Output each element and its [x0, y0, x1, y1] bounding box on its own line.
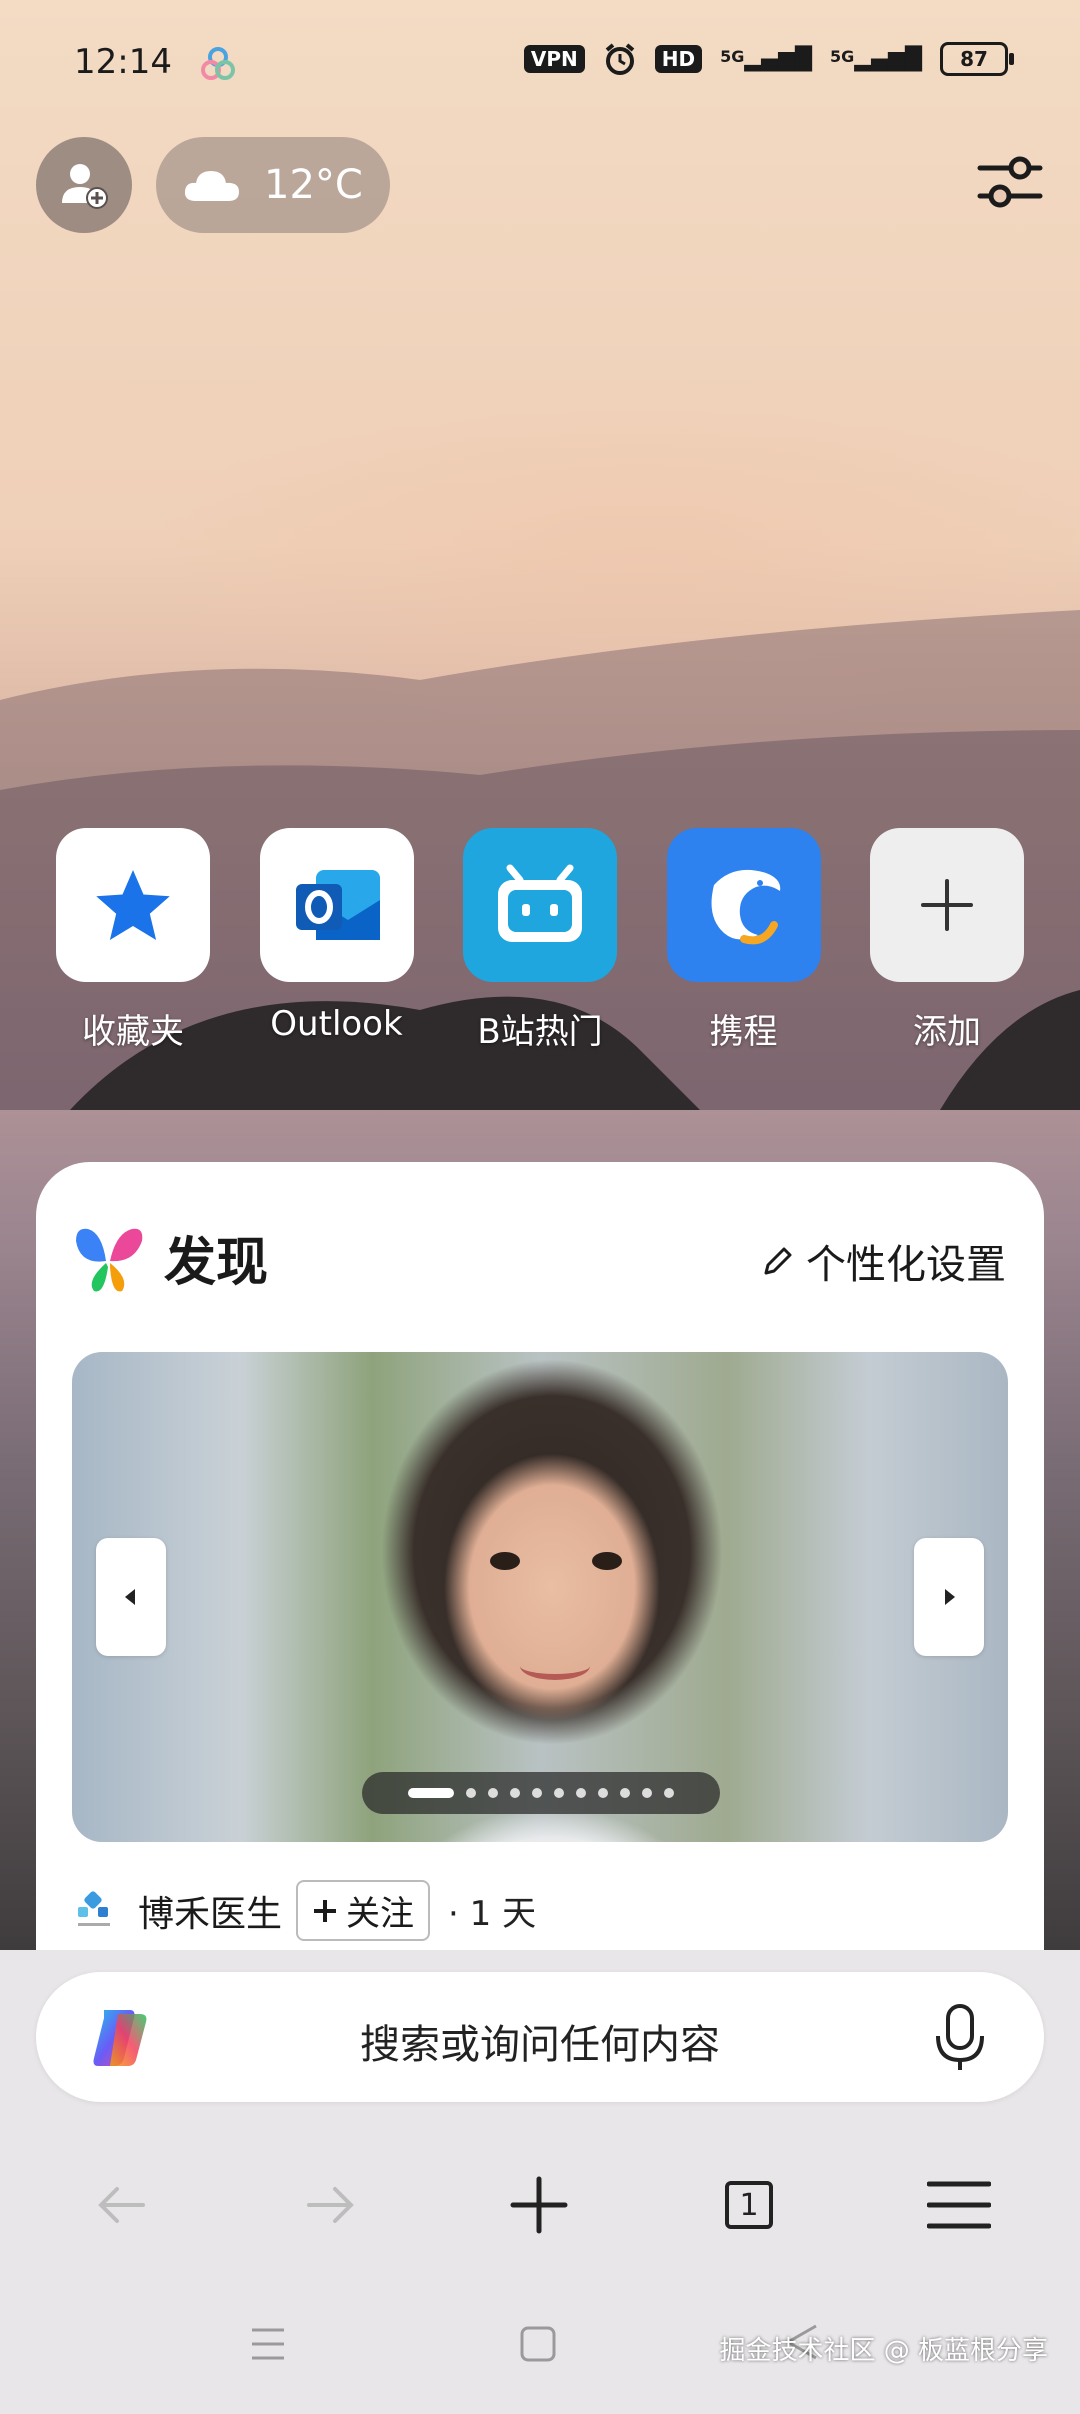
plus-icon	[314, 1899, 337, 1922]
shortcut-tile[interactable]	[463, 828, 617, 982]
discover-header: 发现	[72, 1220, 268, 1295]
carousel-dot[interactable]	[576, 1788, 586, 1798]
follow-button[interactable]: 关注	[296, 1880, 431, 1941]
carousel-dot[interactable]	[408, 1788, 454, 1798]
arrow-left-icon	[98, 2187, 145, 2223]
tab-count: 1	[739, 2187, 759, 2223]
shortcut-favorites[interactable]: 收藏夹	[55, 828, 211, 1053]
news-carousel[interactable]	[72, 1352, 1008, 1842]
profile-button[interactable]	[36, 137, 132, 233]
carousel-dot[interactable]	[598, 1788, 608, 1798]
carousel-next-button[interactable]	[914, 1538, 984, 1656]
follow-label: 关注	[346, 1894, 415, 1934]
carousel-dot[interactable]	[488, 1788, 498, 1798]
source-name[interactable]: 博禾医生	[138, 1885, 282, 1937]
carousel-dot[interactable]	[532, 1788, 542, 1798]
shortcut-grid: 收藏夹 Outlook B站热门 携程 添加	[55, 828, 1025, 1053]
shortcut-bilibili[interactable]: B站热门	[462, 828, 618, 1053]
watermark-text: 掘金技术社区 @ 板蓝根分享	[719, 2336, 1048, 2366]
new-tab-button[interactable]	[504, 2170, 574, 2240]
carousel-dot[interactable]	[664, 1788, 674, 1798]
battery-level: 87	[960, 47, 988, 71]
sliders-icon[interactable]	[976, 152, 1044, 212]
carousel-image-detail	[592, 1552, 622, 1570]
outlook-icon	[295, 870, 380, 940]
carousel-dot[interactable]	[642, 1788, 652, 1798]
shortcut-tile[interactable]	[259, 828, 414, 982]
carousel-image-detail	[520, 1652, 590, 1680]
status-time: 12:14	[74, 42, 172, 82]
shortcut-outlook[interactable]: Outlook	[259, 828, 415, 1053]
plus-icon	[921, 879, 973, 931]
signal-5g-2-icon: 5G▂▄▆█	[830, 46, 922, 72]
triangle-left-icon	[125, 1589, 135, 1605]
forward-button[interactable]	[296, 2170, 366, 2240]
bilibili-icon	[498, 864, 582, 942]
source-logo-icon[interactable]	[72, 1889, 116, 1933]
triangle-right-icon	[945, 1589, 955, 1605]
hd-badge: HD	[654, 45, 703, 73]
menu-button[interactable]	[924, 2170, 994, 2240]
signal-5g-icon: 5G▂▄▆█	[720, 46, 813, 72]
shortcut-label: 收藏夹	[82, 1012, 184, 1052]
discover-butterfly-icon	[76, 1228, 143, 1291]
shortcut-tile[interactable]	[56, 828, 210, 982]
shortcut-tile[interactable]	[666, 828, 821, 982]
recents-menu-icon[interactable]	[248, 2324, 288, 2364]
add-user-icon	[62, 164, 108, 209]
personalize-button[interactable]: 个性化设置	[760, 1232, 1006, 1290]
status-bar: 12:14 VPN HD 5G▂▄▆█ 5G▂▄▆█ 87	[0, 36, 1080, 92]
carousel-image-detail	[490, 1552, 520, 1570]
news-source-row: 博禾医生 关注 · 1 天	[72, 1880, 536, 1941]
tabs-button[interactable]: 1	[714, 2170, 784, 2240]
search-input[interactable]: 搜索或询问任何内容	[36, 2012, 1044, 2070]
vpn-badge: VPN	[523, 45, 585, 73]
ctrip-dolphin-icon	[711, 869, 780, 945]
plus-icon	[510, 2176, 568, 2234]
battery-icon: 87	[940, 42, 1014, 76]
back-button[interactable]	[86, 2170, 156, 2240]
shortcut-label: Outlook	[270, 1004, 403, 1044]
post-age: · 1 天	[448, 1894, 537, 1934]
hamburger-menu-icon	[927, 2181, 991, 2229]
shortcut-label: B站热门	[477, 1012, 603, 1052]
discover-title: 发现	[164, 1233, 269, 1293]
microphone-icon[interactable]	[930, 2002, 990, 2074]
carousel-prev-button[interactable]	[96, 1538, 166, 1656]
search-bar[interactable]: 搜索或询问任何内容	[36, 1972, 1044, 2102]
app-notification-icon	[201, 47, 235, 80]
weather-temperature: 12°C	[264, 162, 363, 208]
arrow-right-icon	[307, 2187, 354, 2223]
carousel-dot[interactable]	[620, 1788, 630, 1798]
cloud-icon	[184, 171, 239, 201]
shortcut-label: 携程	[709, 1012, 778, 1052]
carousel-pagination[interactable]	[362, 1772, 720, 1814]
shortcut-add[interactable]: 添加	[869, 828, 1025, 1053]
shortcut-tile[interactable]	[870, 828, 1024, 982]
signal-5g-2-label: 5G	[830, 46, 855, 66]
weather-widget[interactable]: 12°C	[156, 137, 390, 233]
tab-count-icon: 1	[725, 2181, 773, 2229]
shortcut-ctrip[interactable]: 携程	[666, 828, 822, 1053]
signal-5g-label: 5G	[720, 46, 745, 66]
shortcut-label: 添加	[913, 1012, 981, 1052]
alarm-icon	[605, 43, 635, 75]
browser-toolbar: 1	[0, 2150, 1080, 2260]
personalize-label: 个性化设置	[806, 1242, 1006, 1288]
carousel-dot[interactable]	[466, 1788, 476, 1798]
pencil-icon	[764, 1247, 792, 1275]
home-square-icon[interactable]	[518, 2324, 558, 2364]
discover-card: 发现 个性化设置 博禾医生 关注 · 1 天	[36, 1162, 1044, 1962]
star-icon	[96, 870, 170, 940]
carousel-dot[interactable]	[510, 1788, 520, 1798]
carousel-dot[interactable]	[554, 1788, 564, 1798]
